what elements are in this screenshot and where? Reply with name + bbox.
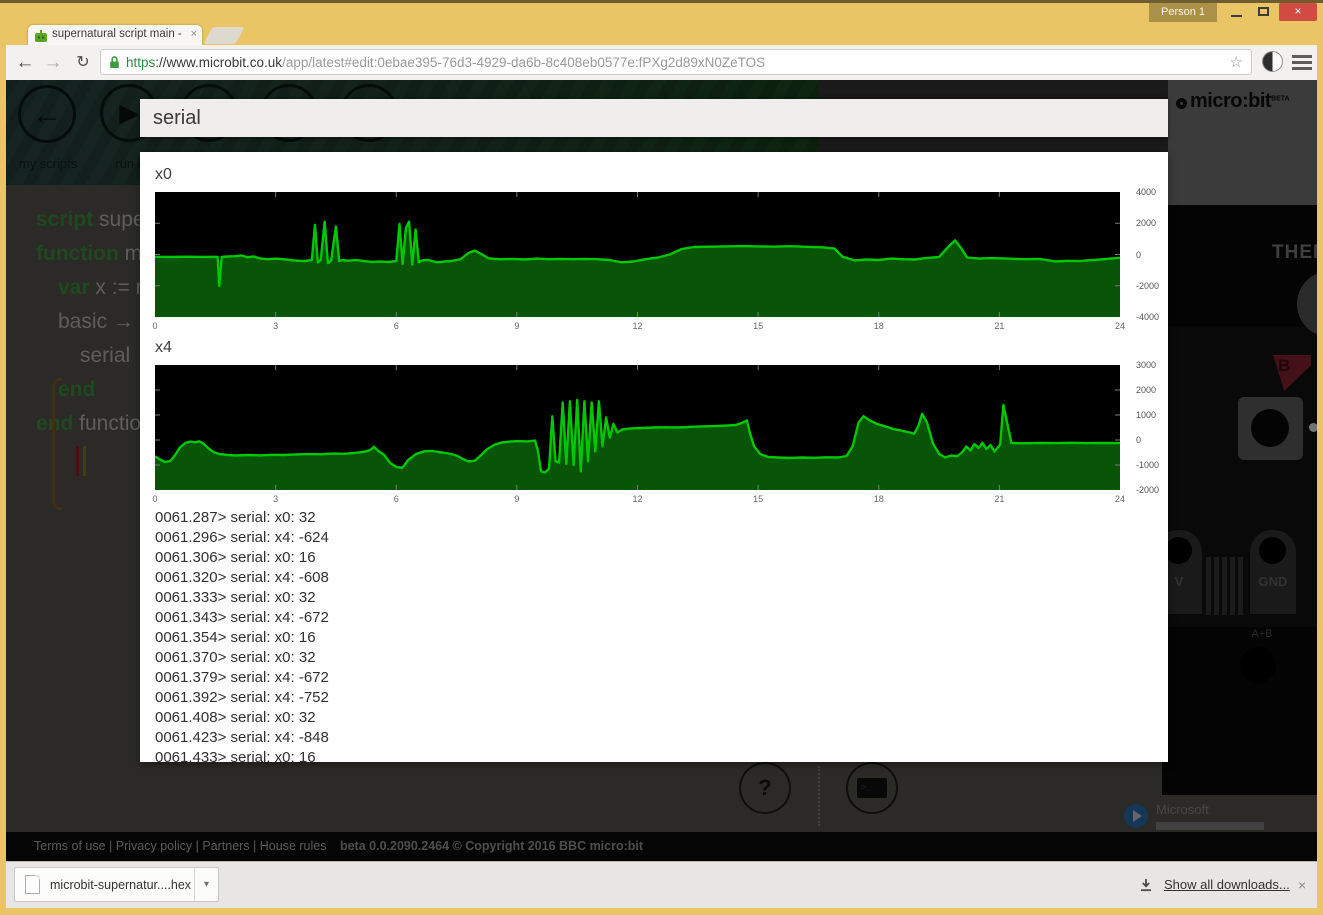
serial-log[interactable]: 0061.287> serial: x0: 320061.296> serial… xyxy=(155,508,1158,762)
axis-tick-label: -4000 xyxy=(1136,312,1159,322)
axis-tick-label: 24 xyxy=(1115,494,1125,504)
address-bar[interactable]: https://www.microbit.co.uk/app/latest#ed… xyxy=(100,49,1252,75)
y-axis-labels: 3000200010000-1000-2000 xyxy=(1128,365,1168,490)
window-top-border xyxy=(0,0,1323,3)
axis-tick-label: 9 xyxy=(514,494,519,504)
axis-tick-label: 21 xyxy=(994,321,1004,331)
profile-badge[interactable]: Person 1 xyxy=(1149,3,1217,22)
forward-button[interactable]: → xyxy=(40,50,66,76)
browser-tab[interactable]: supernatural script main - × xyxy=(28,25,202,45)
axis-tick-label: 21 xyxy=(994,494,1004,504)
url-host: ://www.microbit.co.uk xyxy=(155,55,282,70)
axis-tick-label: 9 xyxy=(514,321,519,331)
axis-tick-label: 0 xyxy=(1136,250,1141,260)
chart-title: x4 xyxy=(155,339,1120,359)
serial-log-line: 0061.296> serial: x4: -624 xyxy=(155,528,1158,548)
axis-tick-label: -2000 xyxy=(1136,281,1159,291)
axis-tick-label: -1000 xyxy=(1136,460,1159,470)
show-all-downloads-link[interactable]: Show all downloads... xyxy=(1164,862,1290,908)
axis-tick-label: 15 xyxy=(753,321,763,331)
chart-plot xyxy=(155,365,1120,490)
axis-tick-label: 0 xyxy=(152,321,157,331)
axis-tick-label: 12 xyxy=(632,321,642,331)
axis-tick-label: -2000 xyxy=(1136,485,1159,495)
maximize-button[interactable] xyxy=(1251,4,1276,20)
back-button[interactable]: ← xyxy=(12,50,38,76)
axis-tick-label: 6 xyxy=(394,321,399,331)
url-scheme: https xyxy=(126,55,155,70)
chart-x0: x0400020000-2000-400003691215182124 xyxy=(155,166,1120,339)
axis-tick-label: 24 xyxy=(1115,321,1125,331)
file-icon xyxy=(25,875,40,894)
serial-log-line: 0061.354> serial: x0: 16 xyxy=(155,628,1158,648)
download-tray-icon xyxy=(1138,877,1154,898)
serial-log-line: 0061.333> serial: x0: 32 xyxy=(155,588,1158,608)
serial-log-line: 0061.343> serial: x4: -672 xyxy=(155,608,1158,628)
serial-dialog-header: serial xyxy=(140,99,1168,137)
tab-title: supernatural script main - xyxy=(52,28,182,40)
url-path: /app/latest#edit:0ebae395-76d3-4929-da6b… xyxy=(282,55,765,70)
axis-tick-label: 0 xyxy=(152,494,157,504)
axis-tick-label: 6 xyxy=(394,494,399,504)
serial-log-line: 0061.433> serial: x0: 16 xyxy=(155,748,1158,762)
browser-toolbar: ← → ↻ https://www.microbit.co.uk/app/lat… xyxy=(6,45,1317,80)
serial-log-line: 0061.423> serial: x4: -848 xyxy=(155,728,1158,748)
serial-log-line: 0061.370> serial: x0: 32 xyxy=(155,648,1158,668)
chart-plot xyxy=(155,192,1120,317)
page-content: ← ▶ my scripts run m micro:bitBETA scrip… xyxy=(6,80,1317,861)
axis-tick-label: 2000 xyxy=(1136,385,1156,395)
tab-favicon-icon xyxy=(35,29,47,41)
chart-title: x0 xyxy=(155,166,1120,186)
chart-x4: x43000200010000-1000-200003691215182124 xyxy=(155,339,1120,512)
serial-log-line: 0061.408> serial: x0: 32 xyxy=(155,708,1158,728)
extension-contrast-icon[interactable] xyxy=(1262,51,1283,72)
charts-area: x0400020000-2000-400003691215182124x4300… xyxy=(155,166,1120,512)
serial-log-line: 0061.320> serial: x4: -608 xyxy=(155,568,1158,588)
axis-tick-label: 3 xyxy=(273,321,278,331)
minimize-button[interactable] xyxy=(1224,4,1249,20)
y-axis-labels: 400020000-2000-4000 xyxy=(1128,192,1168,317)
serial-log-line: 0061.287> serial: x0: 32 xyxy=(155,508,1158,528)
axis-tick-label: 0 xyxy=(1136,435,1141,445)
tab-close-icon[interactable]: × xyxy=(191,28,197,40)
axis-tick-label: 2000 xyxy=(1136,218,1156,228)
download-shelf: microbit-supernatur....hex ▾ Show all do… xyxy=(6,861,1317,908)
download-item[interactable]: microbit-supernatur....hex ▾ xyxy=(14,867,219,902)
axis-tick-label: 3 xyxy=(273,494,278,504)
https-lock-icon xyxy=(109,55,120,69)
serial-log-line: 0061.392> serial: x4: -752 xyxy=(155,688,1158,708)
serial-dialog: x0400020000-2000-400003691215182124x4300… xyxy=(140,152,1168,762)
serial-log-line: 0061.379> serial: x4: -672 xyxy=(155,668,1158,688)
axis-tick-label: 4000 xyxy=(1136,187,1156,197)
serial-title: serial xyxy=(140,99,1168,137)
serial-log-line: 0061.306> serial: x0: 16 xyxy=(155,548,1158,568)
window-close-button[interactable]: × xyxy=(1279,3,1317,21)
shelf-close-icon[interactable]: × xyxy=(1298,862,1306,908)
axis-tick-label: 12 xyxy=(632,494,642,504)
menu-button[interactable] xyxy=(1292,55,1314,71)
x-axis-labels: 03691215182124 xyxy=(155,317,1120,339)
reload-button[interactable]: ↻ xyxy=(70,50,96,76)
new-tab-button[interactable] xyxy=(203,27,244,44)
axis-tick-label: 18 xyxy=(874,494,884,504)
axis-tick-label: 3000 xyxy=(1136,360,1156,370)
bookmark-star-icon[interactable]: ☆ xyxy=(1230,53,1243,71)
axis-tick-label: 18 xyxy=(874,321,884,331)
axis-tick-label: 15 xyxy=(753,494,763,504)
download-caret-icon[interactable]: ▾ xyxy=(194,868,218,901)
axis-tick-label: 1000 xyxy=(1136,410,1156,420)
browser-window: Person 1 × supernatural script main - × … xyxy=(0,0,1323,915)
download-filename: microbit-supernatur....hex xyxy=(50,878,194,892)
